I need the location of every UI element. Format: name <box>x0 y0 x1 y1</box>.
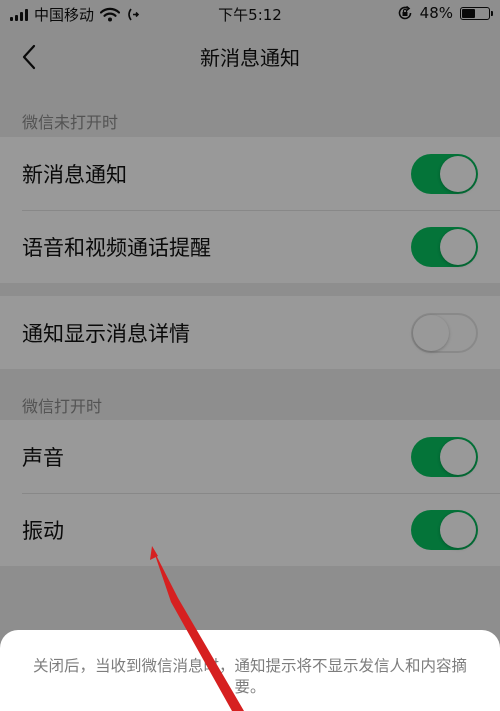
action-sheet: 关闭后，当收到微信消息时，通知提示将不显示发信人和内容摘要。 <box>0 630 500 711</box>
sheet-message: 关闭后，当收到微信消息时，通知提示将不显示发信人和内容摘要。 <box>32 657 467 696</box>
dim-overlay[interactable] <box>0 0 500 711</box>
